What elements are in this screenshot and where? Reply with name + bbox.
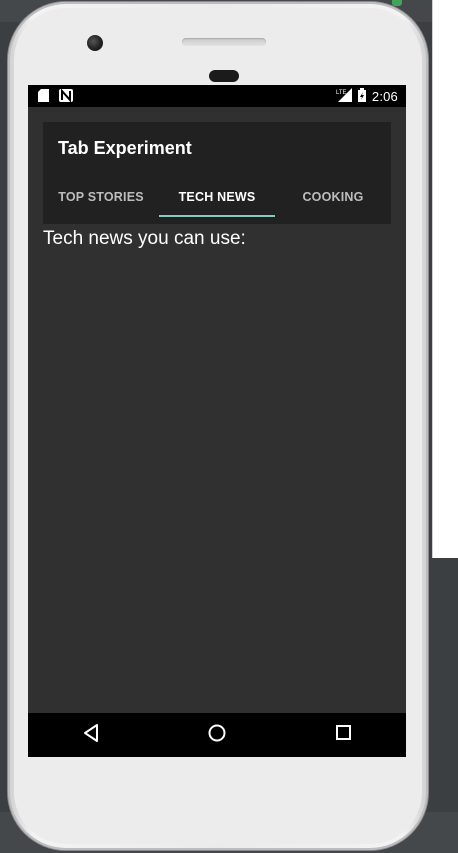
status-bar: LTE 2:06 bbox=[28, 85, 406, 107]
home-button[interactable] bbox=[187, 713, 247, 757]
sd-card-icon bbox=[38, 89, 49, 105]
back-button[interactable] bbox=[61, 713, 121, 757]
tab-label: TECH NEWS bbox=[178, 190, 256, 204]
back-icon bbox=[83, 723, 99, 747]
tab-label: TOP STORIES bbox=[58, 190, 144, 204]
app-toolbar: Tab Experiment TOP STORIES TECH NEWS COO… bbox=[43, 122, 391, 224]
tab-label: COOKING bbox=[302, 190, 364, 204]
page-content-text: Tech news you can use: bbox=[43, 228, 246, 249]
tab-bar: TOP STORIES TECH NEWS COOKING bbox=[43, 177, 391, 217]
notification-n-icon bbox=[59, 88, 73, 105]
ide-indicator bbox=[392, 0, 402, 6]
status-time: 2:06 bbox=[371, 89, 398, 104]
tab-tech-news[interactable]: TECH NEWS bbox=[159, 177, 275, 217]
recents-icon bbox=[335, 725, 351, 745]
tab-top-stories[interactable]: TOP STORIES bbox=[43, 177, 159, 217]
battery-charging-icon bbox=[357, 88, 366, 105]
home-icon bbox=[208, 724, 226, 747]
tab-indicator bbox=[159, 215, 275, 217]
proximity-sensor bbox=[209, 70, 239, 82]
earpiece-speaker bbox=[182, 38, 266, 46]
ide-side-panel bbox=[432, 0, 458, 558]
front-camera bbox=[87, 35, 103, 51]
recents-button[interactable] bbox=[313, 713, 373, 757]
lte-signal-icon: LTE bbox=[336, 88, 352, 105]
tab-cooking[interactable]: COOKING bbox=[275, 177, 391, 217]
navigation-bar bbox=[28, 713, 406, 757]
device-screen: LTE 2:06 Tab Experiment TOP STORIES TECH… bbox=[28, 85, 406, 757]
app-title: Tab Experiment bbox=[58, 138, 192, 158]
svg-text:LTE: LTE bbox=[336, 90, 347, 96]
